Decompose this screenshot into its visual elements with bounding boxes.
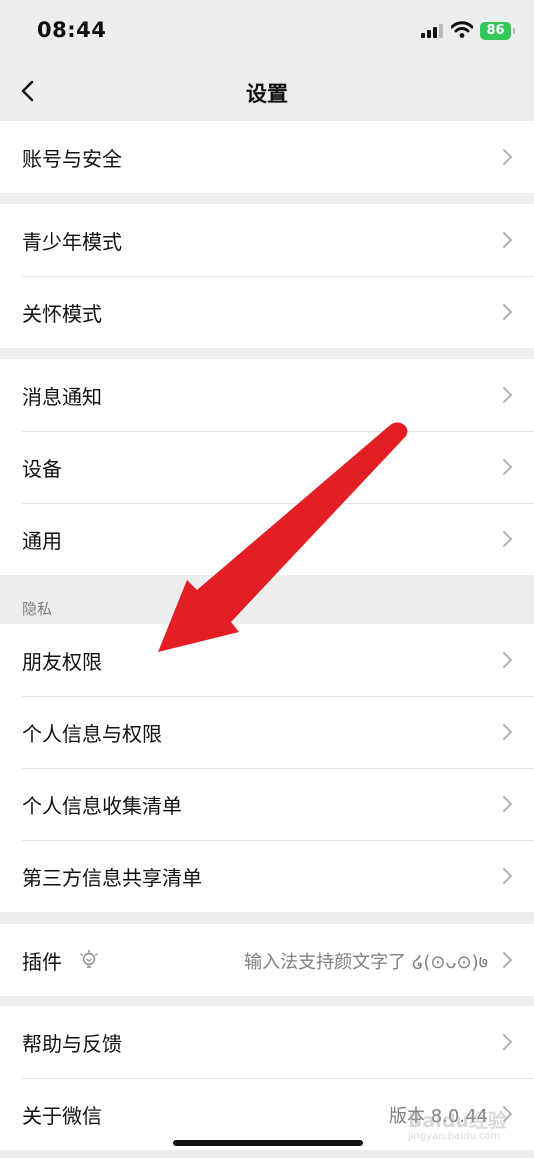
wifi-icon (451, 21, 473, 38)
home-indicator[interactable] (173, 1140, 363, 1146)
settings-item-teen-mode[interactable]: 青少年模式 (0, 204, 534, 276)
plugin-status-text: 输入法支持颜文字了 ໒(⊙ᴗ⊙)७ (244, 952, 488, 973)
page-title: 设置 (246, 82, 288, 106)
settings-item-label: 朋友权限 (22, 650, 102, 674)
plugins-group: 插件 输入法支持颜文字了 ໒(⊙ᴗ⊙)७ (0, 924, 534, 996)
settings-item-personal-info-permissions[interactable]: 个人信息与权限 (0, 696, 534, 768)
status-time: 08:44 (37, 18, 107, 42)
settings-item-label: 青少年模式 (22, 230, 122, 254)
chevron-right-icon (503, 459, 512, 475)
chevron-right-icon (503, 387, 512, 403)
chevron-right-icon (503, 304, 512, 320)
settings-item-label: 插件 (22, 950, 62, 974)
status-bar: 08:44 86 (0, 0, 534, 62)
watermark-subtext: jingyan.baidu.com (408, 1131, 501, 1142)
privacy-section-header: 隐私 (0, 576, 534, 624)
settings-item-label: 通用 (22, 529, 62, 553)
settings-item-help-feedback[interactable]: 帮助与反馈 (0, 1006, 534, 1078)
general-group: 消息通知 设备 通用 (0, 359, 534, 575)
settings-item-general[interactable]: 通用 (0, 503, 534, 575)
settings-item-care-mode[interactable]: 关怀模式 (0, 276, 534, 348)
privacy-group: 朋友权限 个人信息与权限 个人信息收集清单 第三方信息共享清单 (0, 624, 534, 912)
chevron-right-icon (503, 796, 512, 812)
settings-item-label: 关于微信 (22, 1104, 102, 1128)
chevron-right-icon (503, 531, 512, 547)
settings-item-personal-info-list[interactable]: 个人信息收集清单 (0, 768, 534, 840)
chevron-right-icon (503, 724, 512, 740)
settings-item-label: 关怀模式 (22, 302, 102, 326)
settings-item-friend-permissions[interactable]: 朋友权限 (0, 624, 534, 696)
settings-item-label: 帮助与反馈 (22, 1032, 122, 1056)
settings-item-label: 第三方信息共享清单 (22, 866, 202, 890)
chevron-right-icon (503, 868, 512, 884)
settings-item-label: 个人信息与权限 (22, 722, 162, 746)
nav-bar: 设置 (0, 62, 534, 120)
settings-item-account-security[interactable]: 账号与安全 (0, 121, 534, 193)
modes-group: 青少年模式 关怀模式 (0, 204, 534, 348)
account-group: 账号与安全 (0, 121, 534, 193)
chevron-right-icon (503, 652, 512, 668)
settings-item-notifications[interactable]: 消息通知 (0, 359, 534, 431)
settings-item-devices[interactable]: 设备 (0, 431, 534, 503)
lightbulb-icon (80, 950, 98, 968)
settings-item-label: 设备 (22, 457, 62, 481)
chevron-right-icon (503, 1034, 512, 1050)
settings-item-third-party-sharing-list[interactable]: 第三方信息共享清单 (0, 840, 534, 912)
watermark-text: Baidu经验 (408, 1110, 507, 1132)
settings-item-label: 消息通知 (22, 385, 102, 409)
chevron-right-icon (503, 232, 512, 248)
cellular-signal-icon (421, 24, 443, 38)
settings-item-label: 账号与安全 (22, 147, 122, 171)
section-header-label: 隐私 (22, 600, 53, 618)
battery-icon: 86 (480, 22, 515, 40)
chevron-right-icon (503, 149, 512, 165)
settings-item-label: 个人信息收集清单 (22, 794, 182, 818)
settings-item-plugins[interactable]: 插件 输入法支持颜文字了 ໒(⊙ᴗ⊙)७ (0, 924, 534, 996)
watermark: Baidu经验 jingyan.baidu.com (408, 1106, 507, 1142)
chevron-right-icon (503, 952, 512, 968)
